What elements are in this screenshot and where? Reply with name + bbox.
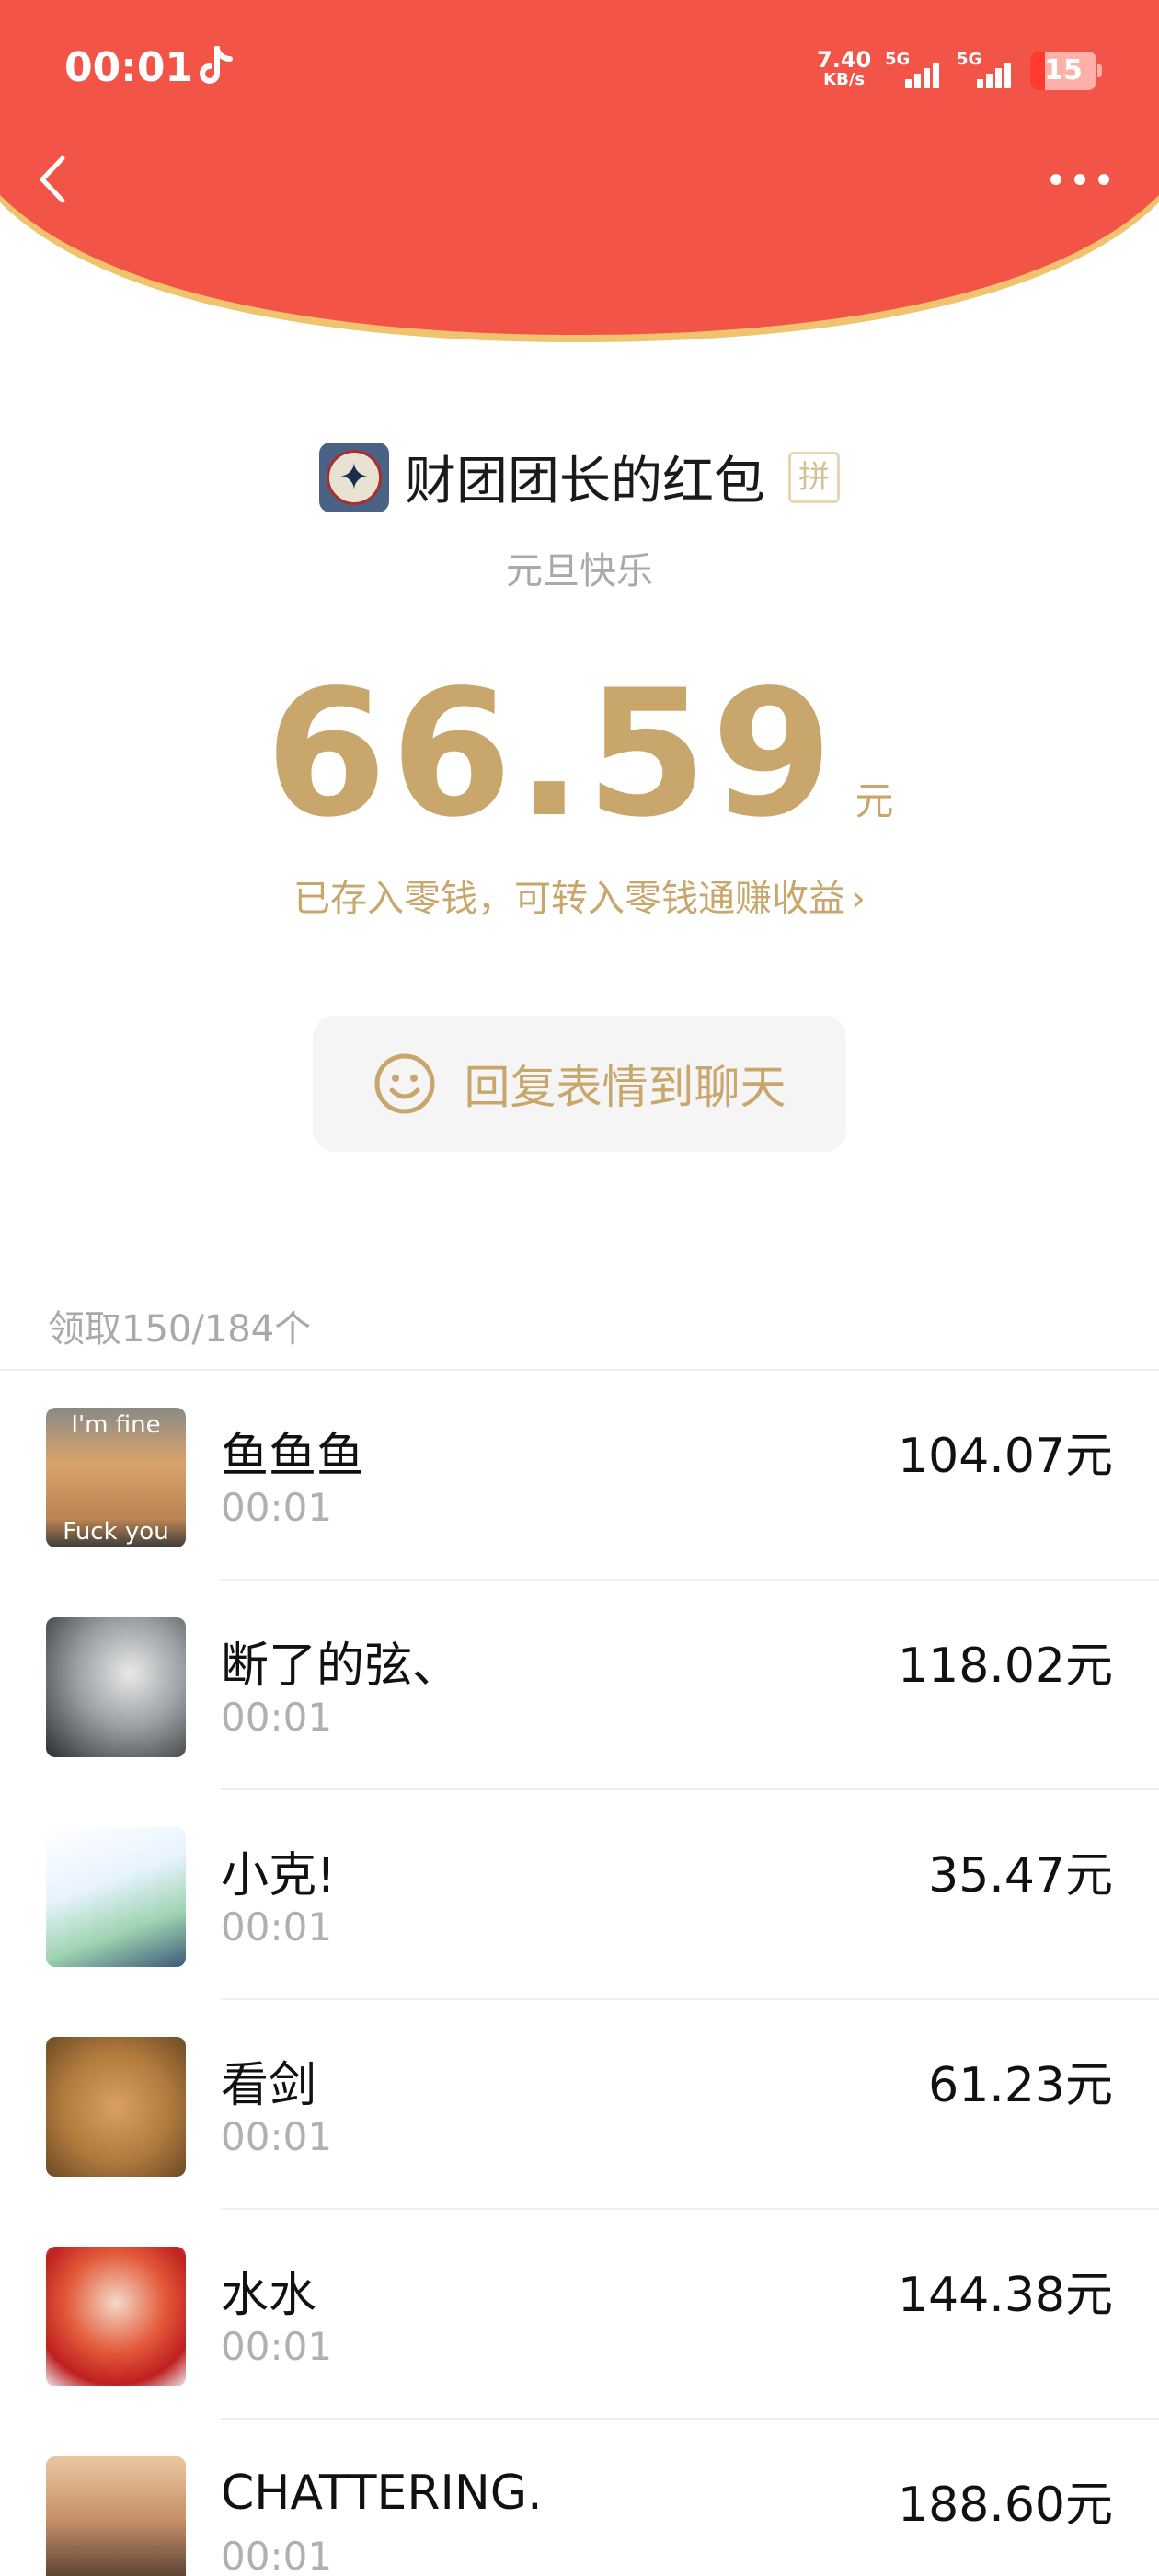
recipient-name: 看剑 [221, 2058, 317, 2113]
recipient-name: CHATTERING. [221, 2466, 543, 2521]
battery-icon: 15 [1030, 52, 1102, 90]
avatar[interactable] [46, 2037, 186, 2177]
network-speed-value: 7.40 [817, 47, 872, 73]
back-arrow-icon[interactable] [28, 147, 79, 212]
receive-time: 00:01 [221, 2534, 333, 2576]
amount-value: 66.59 [265, 652, 837, 856]
avatar[interactable] [46, 2456, 186, 2576]
avatar[interactable]: I'm fine Fuck you [46, 1408, 186, 1547]
recipient-name: 水水 [221, 2268, 317, 2323]
signal-bars-icon [977, 63, 1014, 88]
wallet-note-text: 已存入零钱，可转入零钱通赚收益 [293, 878, 845, 920]
wallet-note-link[interactable]: 已存入零钱，可转入零钱通赚收益 › [0, 868, 1159, 922]
list-item[interactable]: 看剑 00:01 61.23元 [0, 2000, 1159, 2210]
list-item[interactable]: 小克! 00:01 35.47元 [0, 1790, 1159, 2000]
reply-sticker-button[interactable]: 回复表情到聊天 [313, 1016, 846, 1152]
status-time: 00:01 [64, 44, 194, 91]
receive-time: 00:01 [221, 1695, 333, 1740]
more-options-icon[interactable] [1049, 166, 1111, 193]
list-item[interactable]: I'm fine Fuck you 鱼鱼鱼 00:01 104.07元 [0, 1371, 1159, 1581]
network-speed: 7.40 KB/s [817, 47, 872, 90]
avatar[interactable] [46, 2247, 186, 2386]
recipient-amount: 118.02元 [898, 1639, 1113, 1694]
recipient-name: 断了的弦、 [221, 1639, 461, 1694]
amount-currency: 元 [855, 778, 894, 823]
recipient-list: I'm fine Fuck you 鱼鱼鱼 00:01 104.07元 断了的弦… [0, 1371, 1159, 2576]
received-count: 领取150/184个 [48, 1308, 312, 1351]
receive-time: 00:01 [221, 1485, 333, 1530]
greeting-message: 元旦快乐 [506, 550, 653, 592]
recipient-amount: 35.47元 [928, 1848, 1113, 1903]
list-item[interactable]: 水水 00:01 144.38元 [0, 2210, 1159, 2420]
reply-sticker-label: 回复表情到聊天 [464, 1061, 786, 1114]
smiley-icon [374, 1053, 435, 1114]
recipient-name: 鱼鱼鱼 [221, 1429, 365, 1484]
received-amount: 66.59 元 [0, 662, 1159, 846]
signal-bars-icon [905, 63, 942, 88]
recipient-name: 小克! [221, 1848, 336, 1903]
recipient-amount: 188.60元 [898, 2478, 1113, 2533]
list-item[interactable]: CHATTERING. 00:01 188.60元 [0, 2420, 1159, 2576]
battery-level: 15 [1044, 54, 1083, 86]
avatar[interactable] [46, 1827, 186, 1967]
chevron-right-icon: › [851, 878, 866, 920]
red-packet-title: ✦ 财团团长的红包 拼 [0, 440, 1159, 513]
recipient-amount: 61.23元 [928, 2058, 1113, 2113]
group-packet-badge: 拼 [788, 451, 841, 503]
sim1-signal: 5G [885, 50, 951, 92]
receive-time: 00:01 [221, 2114, 333, 2159]
sender-avatar[interactable]: ✦ [318, 442, 389, 512]
network-speed-unit: KB/s [823, 70, 866, 89]
avatar[interactable] [46, 1617, 186, 1757]
red-packet-details-page: 00:01 7.40 KB/s 5G 5G 15 ✦ 财团团长的红包 拼 元旦快… [0, 0, 1159, 2576]
sender-title: 财团团长的红包 [405, 452, 765, 512]
receive-time: 00:01 [221, 1904, 333, 1949]
sim2-signal: 5G [957, 50, 1023, 92]
list-item[interactable]: 断了的弦、 00:01 118.02元 [0, 1581, 1159, 1790]
recipient-amount: 104.07元 [898, 1429, 1113, 1484]
receive-time: 00:01 [221, 2324, 333, 2369]
recipient-amount: 144.38元 [898, 2268, 1113, 2323]
tiktok-icon [200, 46, 233, 84]
